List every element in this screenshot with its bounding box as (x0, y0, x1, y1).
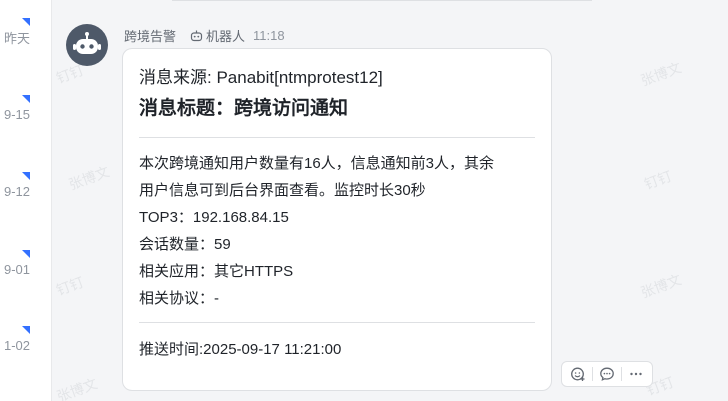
comment-button[interactable] (595, 362, 619, 386)
unread-flag-icon (22, 18, 30, 26)
bot-label: 机器人 (206, 28, 246, 44)
conversation-date: 9-15 (3, 107, 30, 122)
message-time: 11:18 (253, 27, 285, 43)
action-separator (592, 367, 593, 381)
card-body-line: TOP3：192.168.84.15 (139, 209, 289, 226)
card-title: 消息标题：跨境访问通知 (139, 98, 349, 119)
card-body-line: 会话数量：59 (139, 236, 231, 253)
conversation-date: 9-12 (3, 184, 30, 199)
unread-flag-icon (22, 95, 30, 103)
sender-name[interactable]: 跨境告警 (124, 26, 176, 45)
conversation-date: 昨天 (3, 31, 30, 46)
conversation-item[interactable]: 9-01 (0, 250, 52, 280)
card-body: 本次跨境通知用户数量有16人，信息通知前3人，其余 用户信息可到后台界面查看。监… (139, 150, 535, 312)
add-reaction-icon (571, 367, 585, 381)
alert-card[interactable]: 消息来源: Panabit[ntmprotest12] 消息标题：跨境访问通知 … (122, 48, 552, 391)
card-body-line: 相关协议：- (139, 290, 219, 307)
unread-flag-icon (22, 250, 30, 258)
message-actions (561, 361, 653, 387)
unread-flag-icon (22, 326, 30, 334)
conversation-item[interactable]: 9-12 (0, 172, 52, 202)
card-divider (139, 322, 535, 323)
more-icon (630, 372, 642, 376)
message-header: 跨境告警 机器人 11:18 (124, 25, 285, 45)
card-divider (139, 137, 535, 138)
robot-icon (73, 32, 101, 54)
card-body-line: 本次跨境通知用户数量有16人，信息通知前3人，其余 (139, 155, 495, 172)
top-divider (172, 0, 592, 1)
sender-avatar[interactable] (66, 24, 108, 66)
unread-flag-icon (22, 172, 30, 180)
conversation-date: 1-02 (3, 338, 30, 353)
bot-tag: 机器人 (190, 26, 245, 45)
robot-icon (190, 30, 203, 41)
conversation-item[interactable]: 9-15 (0, 95, 52, 125)
add-reaction-button[interactable] (566, 362, 590, 386)
card-push-time: 推送时间:2025-09-17 11:21:00 (139, 341, 342, 358)
card-body-line: 用户信息可到后台界面查看。监控时长30秒 (139, 182, 426, 199)
conversation-list: 昨天 9-15 9-12 9-01 1-02 (0, 0, 52, 401)
comment-icon (600, 367, 614, 381)
action-separator (621, 367, 622, 381)
card-body-line: 相关应用：其它HTTPS (139, 263, 294, 280)
card-source: 消息来源: Panabit[ntmprotest12] (139, 68, 383, 87)
conversation-item[interactable]: 昨天 (0, 18, 52, 48)
more-button[interactable] (624, 362, 648, 386)
conversation-date: 9-01 (3, 262, 30, 277)
conversation-item[interactable]: 1-02 (0, 326, 52, 356)
